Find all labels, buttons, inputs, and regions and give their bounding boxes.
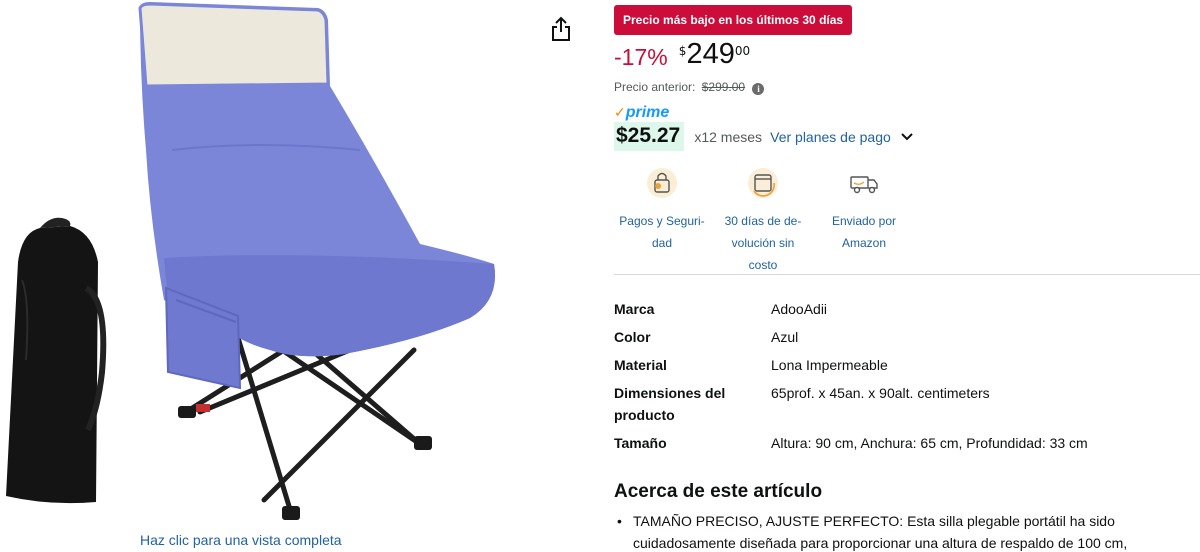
spec-row-brand: Marca AdooAdii — [614, 298, 1200, 326]
feature-free-returns[interactable]: 30 días de de- volución sin costo — [713, 166, 813, 276]
spec-row-color: Color Azul — [614, 326, 1200, 354]
price-fraction: 00 — [734, 44, 751, 58]
returns-icon — [748, 168, 778, 198]
share-icon[interactable] — [549, 16, 573, 42]
spec-row-size: Tamaño Altura: 90 cm, Anchura: 65 cm, Pr… — [614, 432, 1200, 460]
prime-check-icon: ✓ — [614, 105, 626, 121]
delivery-truck-icon — [850, 176, 878, 194]
feature-label-line: Pagos y Seguri- — [619, 214, 705, 228]
previous-price-label: Precio anterior: — [614, 80, 696, 94]
feature-label-line: volución sin — [731, 236, 795, 250]
spec-value: 65prof. x 45an. x 90alt. centimeters — [771, 385, 990, 401]
spec-value: AdooAdii — [771, 301, 828, 317]
spec-value: Lona Impermeable — [771, 357, 888, 373]
product-image-gallery: Haz clic para una vista completa — [0, 0, 600, 552]
bullet-text-line: cuidadosamente diseñada para proporciona… — [633, 535, 1128, 551]
discount-percent: -17% — [614, 44, 668, 70]
spec-value: Altura: 90 cm, Anchura: 65 cm, Profundid… — [771, 435, 1088, 451]
spec-key-line: producto — [614, 407, 675, 423]
current-price: $24900 — [679, 38, 750, 71]
spec-key: Dimensiones del producto — [614, 382, 754, 426]
spec-key-line: Dimensiones del — [614, 385, 726, 401]
spec-value: Azul — [771, 329, 799, 345]
feature-label-line: 30 días de de- — [724, 214, 802, 228]
info-icon[interactable]: i — [752, 83, 765, 95]
spec-key: Material — [614, 357, 667, 373]
spec-key: Color — [614, 329, 651, 345]
feature-label-line: costo — [748, 258, 778, 272]
previous-price-value: $299.00 — [701, 80, 746, 94]
deal-badge: Precio más bajo en los últimos 30 días — [614, 5, 853, 35]
payment-plans-link[interactable]: Ver planes de pago — [770, 129, 891, 145]
previous-price-row: Precio anterior: $299.00 i — [614, 80, 765, 95]
feature-free-returns-label: 30 días de de- volución sin costo — [713, 210, 813, 276]
prime-logo: ✓prime — [614, 104, 669, 122]
bullet-text-line: TAMAÑO PRECISO, AJUSTE PERFECTO: Esta si… — [633, 513, 1115, 529]
spec-row-dimensions: Dimensiones del producto 65prof. x 45an.… — [614, 382, 1200, 432]
product-image[interactable] — [0, 0, 520, 525]
feature-shipped-by-amazon-label: Enviado por Amazon — [814, 210, 914, 254]
product-info-panel: Precio más bajo en los últimos 30 días -… — [614, 0, 1200, 552]
installment-amount: $25.27 — [614, 122, 685, 151]
feature-secure-payments-label: Pagos y Seguri- dad — [612, 210, 712, 254]
price-currency-symbol: $ — [678, 44, 687, 58]
bullet-dot: • — [617, 513, 622, 529]
section-divider — [614, 274, 1200, 275]
feature-label-line: Amazon — [841, 236, 887, 250]
installment-months: x12 meses — [694, 128, 763, 145]
price-whole: 249 — [686, 38, 735, 70]
view-full-image-link[interactable]: Haz clic para una vista completa — [140, 532, 342, 548]
about-section-title: Acerca de este artículo — [614, 481, 823, 502]
feature-label-line: Enviado por — [831, 214, 897, 228]
chevron-down-icon[interactable] — [900, 132, 914, 142]
spec-key: Marca — [614, 301, 655, 317]
spec-row-material: Material Lona Impermeable — [614, 354, 1200, 382]
feature-label-line: dad — [651, 236, 673, 250]
prime-label: prime — [625, 104, 670, 121]
secure-payment-icon — [647, 168, 677, 198]
price-row: -17% $24900 — [614, 38, 750, 78]
installment-row: $25.27 x12 meses Ver planes de pago — [614, 122, 914, 156]
feature-secure-payments[interactable]: Pagos y Seguri- dad — [612, 166, 712, 254]
bullet-text: TAMAÑO PRECISO, AJUSTE PERFECTO: Esta si… — [633, 510, 1200, 552]
spec-key: Tamaño — [614, 435, 667, 451]
feature-shipped-by-amazon[interactable]: Enviado por Amazon — [814, 166, 914, 254]
